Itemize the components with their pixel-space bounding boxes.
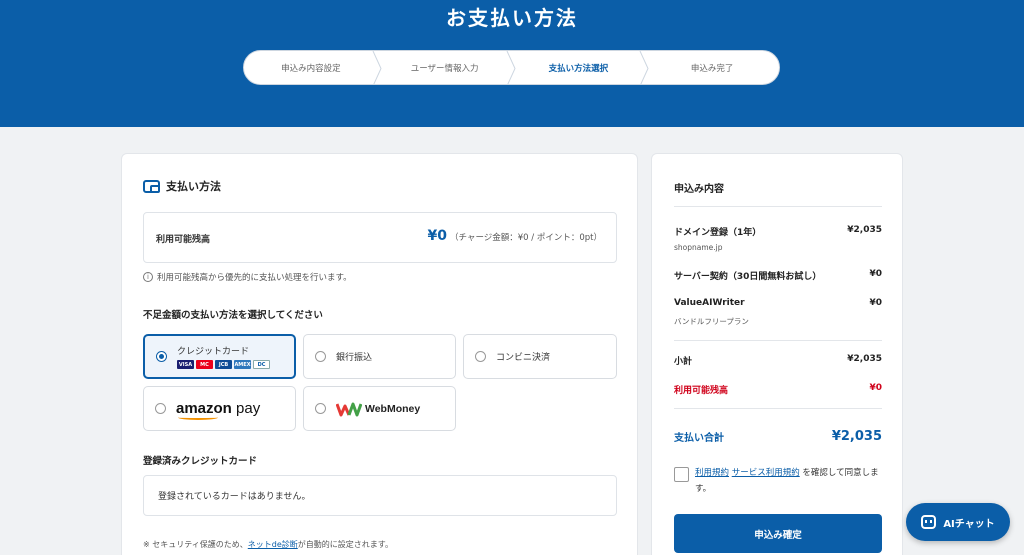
option-bank-transfer[interactable]: 銀行振込	[303, 334, 456, 379]
diners-logo: DC	[253, 360, 270, 369]
option-convenience-store[interactable]: コンビニ決済	[463, 334, 617, 379]
available-balance-box: 利用可能残高 ¥0 （チャージ金額：¥0 / ポイント：0pt）	[143, 212, 617, 263]
terms-link[interactable]: 利用規約	[695, 468, 729, 478]
method-heading: 不足金額の支払い方法を選択してください	[143, 310, 323, 321]
balance-label: 利用可能残高	[156, 235, 211, 245]
step-label: ユーザー情報入力	[410, 63, 479, 74]
option-label: クレジットカード	[177, 347, 250, 357]
balance-detail: （チャージ金額：¥0 / ポイント：0pt）	[450, 233, 602, 243]
payment-section-title: 支払い方法	[166, 180, 221, 193]
service-terms-link[interactable]: サービス利用規約	[732, 468, 800, 478]
order-summary-card: 申込み内容 ドメイン登録（1年） ¥2,035 shopname.jp サーバー…	[651, 153, 903, 555]
step-label: 申込み内容設定	[281, 63, 341, 74]
summary-row-balance: 利用可能残高 ¥0	[674, 383, 882, 396]
amazon-smile-icon	[178, 415, 218, 420]
amex-logo: AMEX	[234, 360, 251, 369]
terms-agreement: 利用規約 サービス利用規約 を確認して同意します。	[674, 465, 886, 497]
summary-row-domain: ドメイン登録（1年） ¥2,035	[674, 225, 882, 238]
wallet-icon	[143, 179, 160, 193]
ai-chat-label: AIチャット	[943, 518, 995, 530]
option-label: 銀行振込	[336, 353, 373, 363]
progress-steps: 申込み内容設定 ユーザー情報入力 支払い方法選択 申込み完了	[243, 50, 780, 85]
balance-note: i 利用可能残高から優先的に支払い処理を行います。	[143, 271, 352, 283]
balance-label: 利用可能残高	[674, 386, 729, 396]
balance-amount: ¥0	[427, 228, 448, 244]
option-label: コンビニ決済	[496, 353, 551, 363]
step-4: 申込み完了	[645, 51, 779, 84]
step-label: 申込み完了	[690, 63, 734, 74]
radio-webmoney[interactable]	[315, 403, 326, 414]
balance-value: ¥0	[869, 383, 882, 393]
item-price: ¥0	[869, 298, 882, 308]
security-footnote: ※ セキュリティ保護のため、ネットde診断が自動的に設定されます。	[143, 539, 393, 550]
radio-credit-card[interactable]	[156, 351, 167, 362]
radio-bank-transfer[interactable]	[315, 351, 326, 362]
amazon-pay-logo: amazon pay	[176, 400, 261, 420]
step-label: 支払い方法選択	[548, 63, 609, 74]
page-title: お支払い方法	[446, 6, 578, 30]
balance-note-text: 利用可能残高から優先的に支払い処理を行います。	[157, 273, 352, 283]
webmoney-mark-icon	[336, 402, 362, 416]
webmoney-logo: WebMoney	[336, 401, 420, 417]
balance-value: ¥0 （チャージ金額：¥0 / ポイント：0pt）	[428, 228, 602, 244]
submit-order-button[interactable]: 申込み確定	[674, 514, 882, 553]
option-webmoney[interactable]: WebMoney	[303, 386, 456, 431]
summary-row-subtotal: 小計 ¥2,035	[674, 354, 882, 367]
subtotal-value: ¥2,035	[847, 354, 882, 364]
footnote-prefix: ※ セキュリティ保護のため、	[143, 540, 248, 549]
info-icon: i	[143, 272, 153, 282]
terms-checkbox[interactable]	[674, 467, 689, 482]
divider	[674, 408, 882, 409]
step-2: ユーザー情報入力	[378, 51, 516, 84]
item-sub-domain: shopname.jp	[674, 243, 723, 252]
jcb-logo: JCB	[215, 360, 232, 369]
net-de-shindan-link[interactable]: ネットde診断	[248, 540, 298, 549]
item-name: ドメイン登録（1年）	[674, 228, 762, 238]
summary-title: 申込み内容	[674, 184, 724, 195]
pay-word: pay	[231, 400, 261, 417]
footnote-suffix: が自動的に設定されます。	[297, 540, 393, 549]
card-brand-logos: VISA MC JCB AMEX DC	[177, 360, 270, 369]
item-name: サーバー契約（30日間無料お試し）	[674, 272, 822, 282]
visa-logo: VISA	[177, 360, 194, 369]
subtotal-label: 小計	[674, 357, 693, 367]
option-amazon-pay[interactable]: amazon pay	[143, 386, 296, 431]
item-price: ¥2,035	[847, 225, 882, 235]
summary-row-valueaiwriter: ValueAIWriter ¥0	[674, 298, 882, 308]
item-sub-plan: バンドルフリープラン	[674, 317, 749, 326]
robot-icon	[921, 515, 937, 529]
terms-text: 利用規約 サービス利用規約 を確認して同意します。	[695, 465, 886, 497]
divider	[674, 206, 882, 207]
summary-row-total: 支払い合計 ¥2,035	[674, 429, 882, 444]
summary-row-server: サーバー契約（30日間無料お試し） ¥0	[674, 269, 882, 282]
radio-amazon-pay[interactable]	[155, 403, 166, 414]
step-3-current: 支払い方法選択	[512, 51, 649, 84]
total-label: 支払い合計	[674, 433, 724, 444]
registered-cards-box: 登録されているカードはありません。	[143, 475, 617, 516]
radio-convenience-store[interactable]	[475, 351, 486, 362]
ai-chat-button[interactable]: AIチャット	[906, 503, 1010, 541]
step-1: 申込み内容設定	[244, 51, 382, 84]
divider	[674, 340, 882, 341]
payment-card: 支払い方法 利用可能残高 ¥0 （チャージ金額：¥0 / ポイント：0pt） i…	[121, 153, 638, 555]
webmoney-word: WebMoney	[365, 402, 421, 415]
option-credit-card[interactable]: クレジットカード VISA MC JCB AMEX DC	[143, 334, 296, 379]
item-price: ¥0	[869, 269, 882, 279]
page-hero: お支払い方法 申込み内容設定 ユーザー情報入力 支払い方法選択 申込み完了	[0, 0, 1024, 127]
total-value: ¥2,035	[831, 429, 882, 444]
mastercard-logo: MC	[196, 360, 213, 369]
payment-section-header: 支払い方法	[143, 178, 221, 194]
item-name: ValueAIWriter	[674, 298, 745, 308]
registered-cards-heading: 登録済みクレジットカード	[143, 456, 258, 467]
registered-cards-empty: 登録されているカードはありません。	[158, 492, 311, 502]
